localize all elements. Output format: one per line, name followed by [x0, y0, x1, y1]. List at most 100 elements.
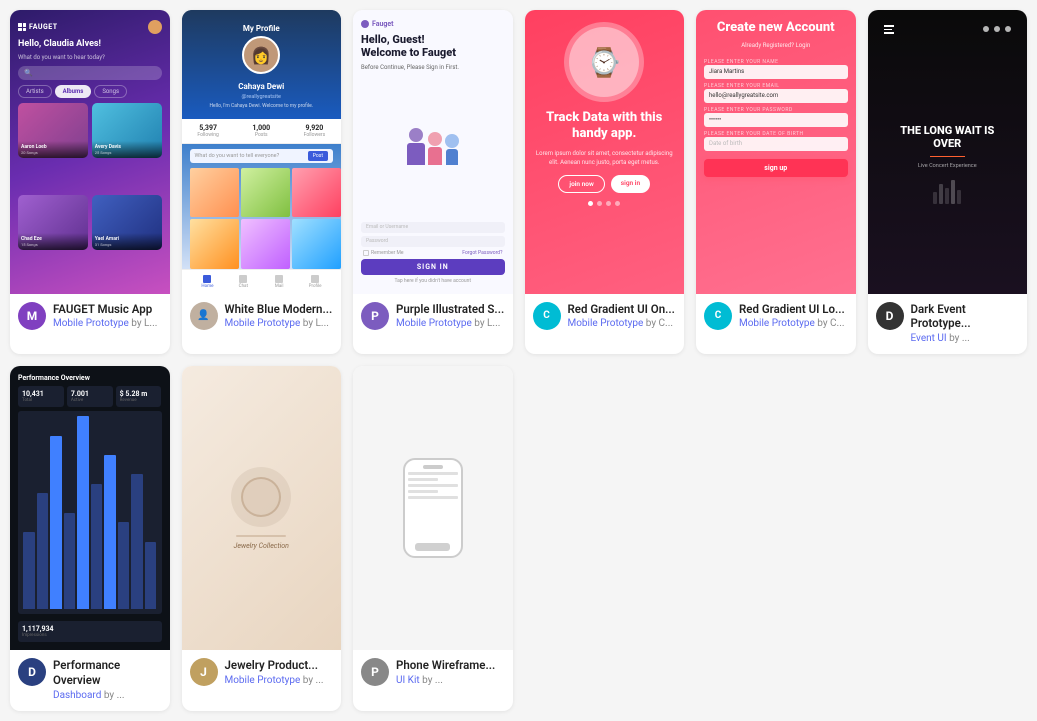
perf-lbl-2: Active: [71, 398, 109, 403]
content-line-3: [408, 484, 458, 487]
photo-2: [241, 168, 290, 217]
card-text-purple: Purple Illustrated S... Mobile Prototype…: [396, 302, 504, 330]
artist-count-2: 25 Songs: [95, 150, 159, 155]
stat-posts: 1,000 Posts: [235, 124, 288, 138]
remember-label: Remember Me: [371, 250, 404, 256]
perf-stat-4: 1,117,934 Impressions: [18, 621, 162, 642]
forgot-password-link[interactable]: Forgot Password?: [462, 250, 502, 256]
music-tabs: Artists Albums Songs: [18, 85, 162, 98]
card-avatar-concert: D: [876, 302, 904, 330]
field-password: PLEASE ENTER YOUR PASSWORD ••••••: [704, 107, 848, 127]
signin-form: Email or Username Password Remember Me F…: [361, 222, 505, 284]
field-name-input[interactable]: Jiara Martins: [704, 65, 848, 79]
header-icons: [983, 26, 1011, 32]
search-bar[interactable]: 🔍: [18, 66, 162, 80]
music-item-3[interactable]: Chad Eze 15 Songs: [18, 195, 88, 250]
music-header: FAUGET: [18, 20, 162, 34]
sign-in-button[interactable]: SIGN IN: [361, 259, 505, 275]
music-item-2[interactable]: Avery Davis 25 Songs: [92, 103, 162, 158]
tab-songs[interactable]: Songs: [94, 85, 127, 98]
profile-icon: [311, 275, 319, 283]
bar-9: [131, 474, 143, 609]
password-input[interactable]: Password: [361, 236, 505, 247]
profile-name-wb: Cahaya Dewi: [238, 82, 284, 91]
content-line-5: [408, 496, 458, 499]
join-now-button[interactable]: join now: [558, 175, 604, 193]
card-title-red-on: Red Gradient UI On...: [568, 302, 675, 317]
tab-albums[interactable]: Albums: [55, 85, 92, 98]
sil-2: [939, 184, 943, 204]
checkbox[interactable]: [363, 250, 369, 256]
bar-7: [104, 455, 116, 609]
card-title-perf: Performance Overview: [53, 658, 162, 688]
music-item-1[interactable]: Aaron Loeb 20 Songs: [18, 103, 88, 158]
nav-home[interactable]: Home: [190, 275, 226, 289]
stage-silhouette: [933, 180, 961, 204]
artist-count-4: 31 Songs: [95, 242, 159, 247]
sil-5: [957, 190, 961, 204]
phone-mockup: [403, 458, 463, 558]
figure-1: [407, 128, 425, 165]
card-subtitle-perf: Dashboard by ...: [53, 690, 162, 701]
accent-line: [930, 156, 965, 158]
card-title-music: FAUGET Music App: [53, 302, 157, 317]
card-title-red-lo: Red Gradient UI Lo...: [739, 302, 845, 317]
field-email-input[interactable]: hello@reallygreatsite.com: [704, 89, 848, 103]
card-red-on[interactable]: ⌚ Track Data with this handy app. Lorem …: [525, 10, 685, 354]
jewelry-line: [236, 535, 286, 537]
tap-text[interactable]: Tap here if you didn't have account: [361, 278, 505, 284]
nav-chat[interactable]: Chat: [225, 275, 261, 289]
card-title-wireframe: Phone Wireframe...: [396, 658, 495, 673]
card-avatar-purple: P: [361, 302, 389, 330]
nav-profile[interactable]: Profile: [297, 275, 333, 289]
perf-val-4: 1,117,934: [22, 625, 158, 633]
sil-4: [951, 180, 955, 204]
bar-6: [91, 484, 103, 609]
card-avatar-wireframe: P: [361, 658, 389, 686]
card-wireframe[interactable]: P Phone Wireframe... UI Kit by ...: [353, 366, 513, 710]
card-info-music: M FAUGET Music App Mobile Prototype by L…: [10, 294, 170, 340]
post-button[interactable]: Post: [308, 151, 328, 161]
password-placeholder: Password: [366, 238, 388, 244]
red-on-title: Track Data with this handy app.: [535, 110, 675, 141]
sign-in-button-red[interactable]: sign in: [611, 175, 650, 193]
thumb-purple: Fauget Hello, Guest! Welcome to Fauget B…: [353, 10, 513, 294]
card-text-jewelry: Jewelry Product... Mobile Prototype by .…: [225, 658, 324, 686]
sil-1: [933, 192, 937, 204]
card-dark-concert[interactable]: THE LONG WAIT IS OVER Live Concert Exper…: [868, 10, 1028, 354]
bar-10: [145, 542, 157, 609]
thumb-jewelry: Jewelry Collection: [182, 366, 342, 650]
card-purple[interactable]: Fauget Hello, Guest! Welcome to Fauget B…: [353, 10, 513, 354]
card-avatar-jewelry: J: [190, 658, 218, 686]
remember-me[interactable]: Remember Me: [363, 250, 404, 256]
card-red-lo[interactable]: Create new Account Already Registered? L…: [696, 10, 856, 354]
tab-artists[interactable]: Artists: [18, 85, 52, 98]
menu-line-1: [884, 25, 894, 27]
menu-line-3: [884, 32, 894, 34]
jewelry-content: Jewelry Collection: [216, 366, 306, 650]
mail-icon: [275, 275, 283, 283]
card-subtitle-music: Mobile Prototype by L...: [53, 318, 157, 329]
post-input[interactable]: What do you want to tell everyone? Post: [190, 149, 334, 163]
card-performance[interactable]: Performance Overview 10,431 Total 7.001 …: [10, 366, 170, 710]
card-info-purple: P Purple Illustrated S... Mobile Prototy…: [353, 294, 513, 340]
card-info-wb: 👤 White Blue Modern... Mobile Prototype …: [182, 294, 342, 340]
card-text-concert: Dark Event Prototype... Event UI by ...: [911, 302, 1020, 345]
card-white-blue[interactable]: My Profile 👩 Cahaya Dewi @reallygreatsit…: [182, 10, 342, 354]
card-music-app[interactable]: FAUGET Hello, Claudia Alves! What do you…: [10, 10, 170, 354]
watch-image: ⌚: [569, 27, 639, 97]
field-dob-input[interactable]: Date of birth: [704, 137, 848, 151]
music-item-4[interactable]: Yael Amari 31 Songs: [92, 195, 162, 250]
card-subtitle-purple: Mobile Prototype by L...: [396, 318, 504, 329]
nav-mail[interactable]: Mail: [261, 275, 297, 289]
field-password-input[interactable]: ••••••: [704, 113, 848, 127]
bell-icon: [983, 26, 989, 32]
perf-lbl-3: Revenue: [120, 398, 158, 403]
head-1: [409, 128, 423, 142]
photo-5: [241, 219, 290, 268]
card-text-perf: Performance Overview Dashboard by ...: [53, 658, 162, 701]
email-input[interactable]: Email or Username: [361, 222, 505, 233]
content-line-2: [408, 478, 438, 481]
signup-button[interactable]: sign up: [704, 159, 848, 177]
card-jewelry[interactable]: Jewelry Collection J Jewelry Product... …: [182, 366, 342, 710]
